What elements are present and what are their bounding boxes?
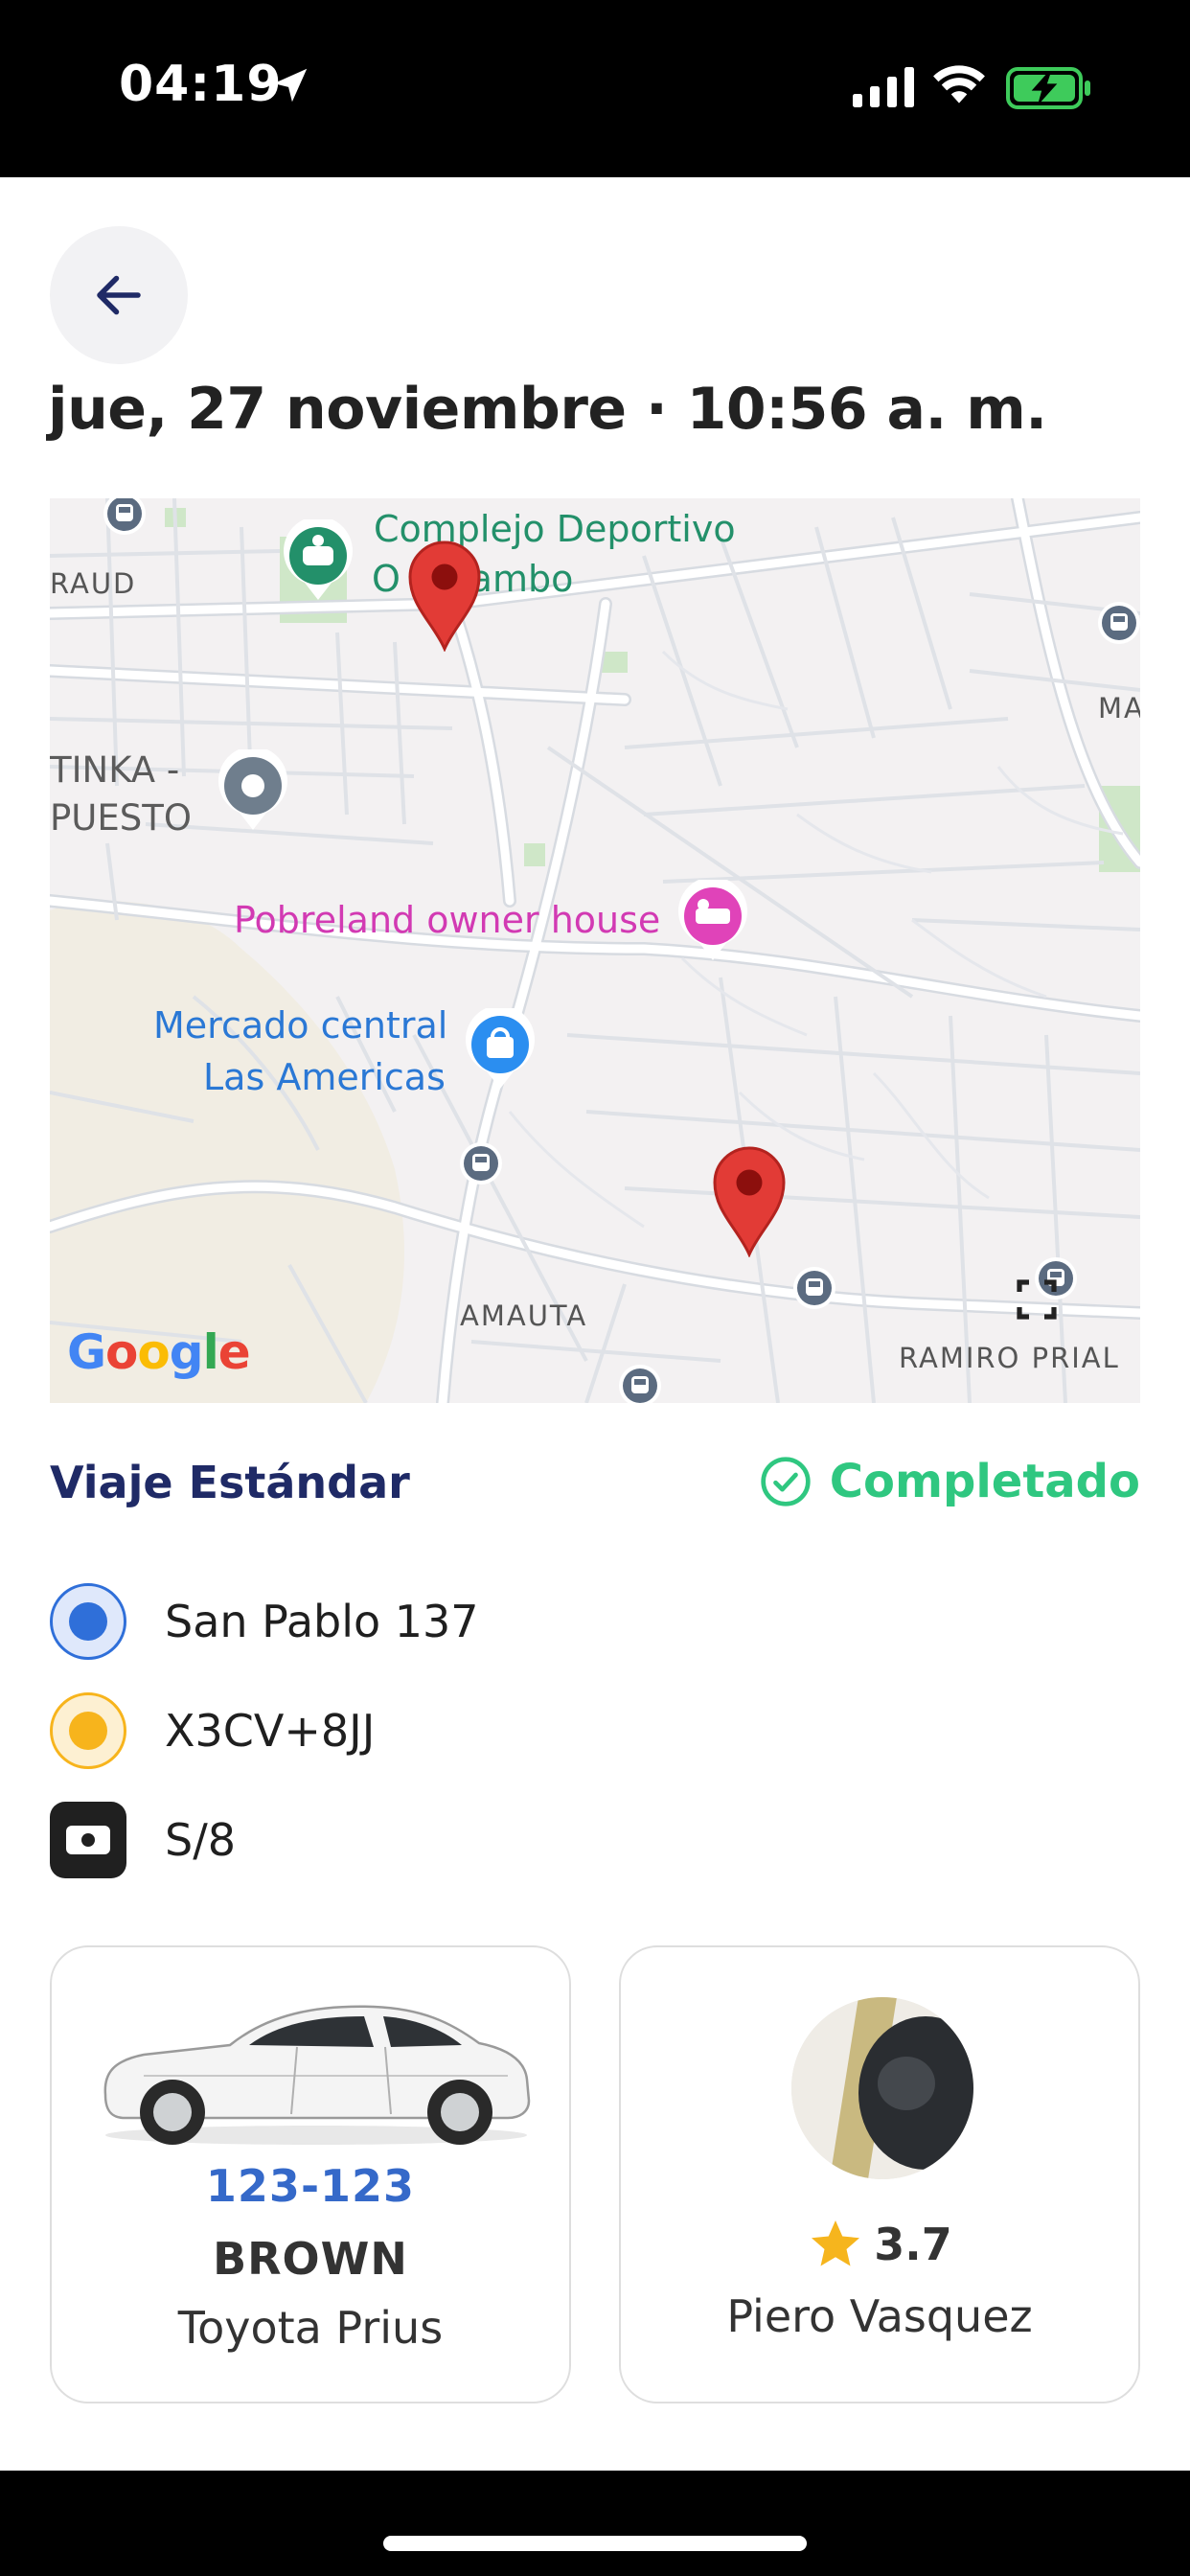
driver-avatar (791, 1997, 973, 2179)
page-title: jue, 27 noviembre · 10:56 a. m. (48, 376, 1047, 443)
shopping-poi-icon[interactable] (464, 1008, 537, 1091)
rating-value: 3.7 (874, 2219, 952, 2270)
status-bar: 04:19 (0, 0, 1190, 177)
back-button[interactable] (50, 226, 188, 364)
bus-stop-icon[interactable] (617, 1363, 663, 1403)
map-base (50, 498, 1140, 1403)
arrow-left-icon (97, 275, 141, 315)
map-label-mercado: Mercado central (153, 1004, 448, 1046)
map-label-pobreland: Pobreland owner house (234, 899, 661, 941)
map-label-puesto: PUESTO (50, 797, 192, 839)
star-icon (812, 2220, 860, 2266)
wifi-icon (933, 65, 985, 104)
home-indicator[interactable] (383, 2536, 807, 2551)
vehicle-card[interactable]: 123-123 BROWN Toyota Prius (50, 1945, 571, 2404)
payment-row: S/8 (50, 1802, 236, 1878)
bus-stop-icon[interactable] (1096, 600, 1140, 646)
bus-stop-icon[interactable] (791, 1265, 837, 1311)
driver-card[interactable]: 3.7 Piero Vasquez (619, 1945, 1140, 2404)
status-text: Completado (829, 1455, 1140, 1508)
car-image (103, 2005, 531, 2145)
status-badge: Completado (759, 1455, 1140, 1508)
map-label-raud: RAUD (50, 567, 137, 600)
origin-address: San Pablo 137 (165, 1596, 479, 1647)
bus-stop-icon[interactable] (102, 498, 148, 537)
status-time: 04:19 (119, 56, 283, 113)
origin-pin-icon[interactable] (404, 537, 485, 652)
destination-pin-icon[interactable] (709, 1142, 790, 1257)
bottom-bar (0, 2471, 1190, 2576)
destination-row: X3CV+8JJ (50, 1692, 375, 1769)
google-logo: Google (67, 1324, 251, 1380)
check-circle-icon (761, 1457, 811, 1506)
vehicle-plate: 123-123 (205, 2160, 416, 2212)
vehicle-model: Toyota Prius (177, 2302, 444, 2354)
origin-row: San Pablo 137 (50, 1583, 479, 1660)
map-label-las-americas: Las Americas (203, 1056, 446, 1098)
sports-complex-poi-icon[interactable] (282, 519, 355, 602)
cash-icon (50, 1802, 126, 1878)
trip-type: Viaje Estándar (50, 1457, 410, 1508)
destination-address: X3CV+8JJ (165, 1705, 376, 1757)
expand-map-icon[interactable] (1014, 1276, 1060, 1322)
place-poi-icon[interactable] (217, 749, 289, 832)
map-label-tinka: TINKA - (50, 749, 180, 791)
payment-amount: S/8 (165, 1814, 236, 1866)
map-label-amauta: AMAUTA (460, 1300, 588, 1332)
origin-dot-icon (50, 1583, 126, 1660)
battery-charging-icon (1006, 67, 1090, 109)
signal-icon (853, 67, 914, 107)
vehicle-color: BROWN (213, 2233, 408, 2285)
hotel-poi-icon[interactable] (676, 880, 749, 962)
location-arrow-icon (273, 68, 308, 103)
destination-dot-icon (50, 1692, 126, 1769)
bus-stop-icon[interactable] (458, 1140, 504, 1186)
driver-rating: 3.7 (621, 2216, 1138, 2273)
trip-map[interactable]: Complejo Deportivo O aytambo RAUD MA TIN… (50, 498, 1140, 1403)
map-label-ma: MA (1098, 692, 1140, 724)
map-label-ramiro-prial: RAMIRO PRIAL (899, 1342, 1120, 1374)
driver-name: Piero Vasquez (726, 2290, 1033, 2342)
